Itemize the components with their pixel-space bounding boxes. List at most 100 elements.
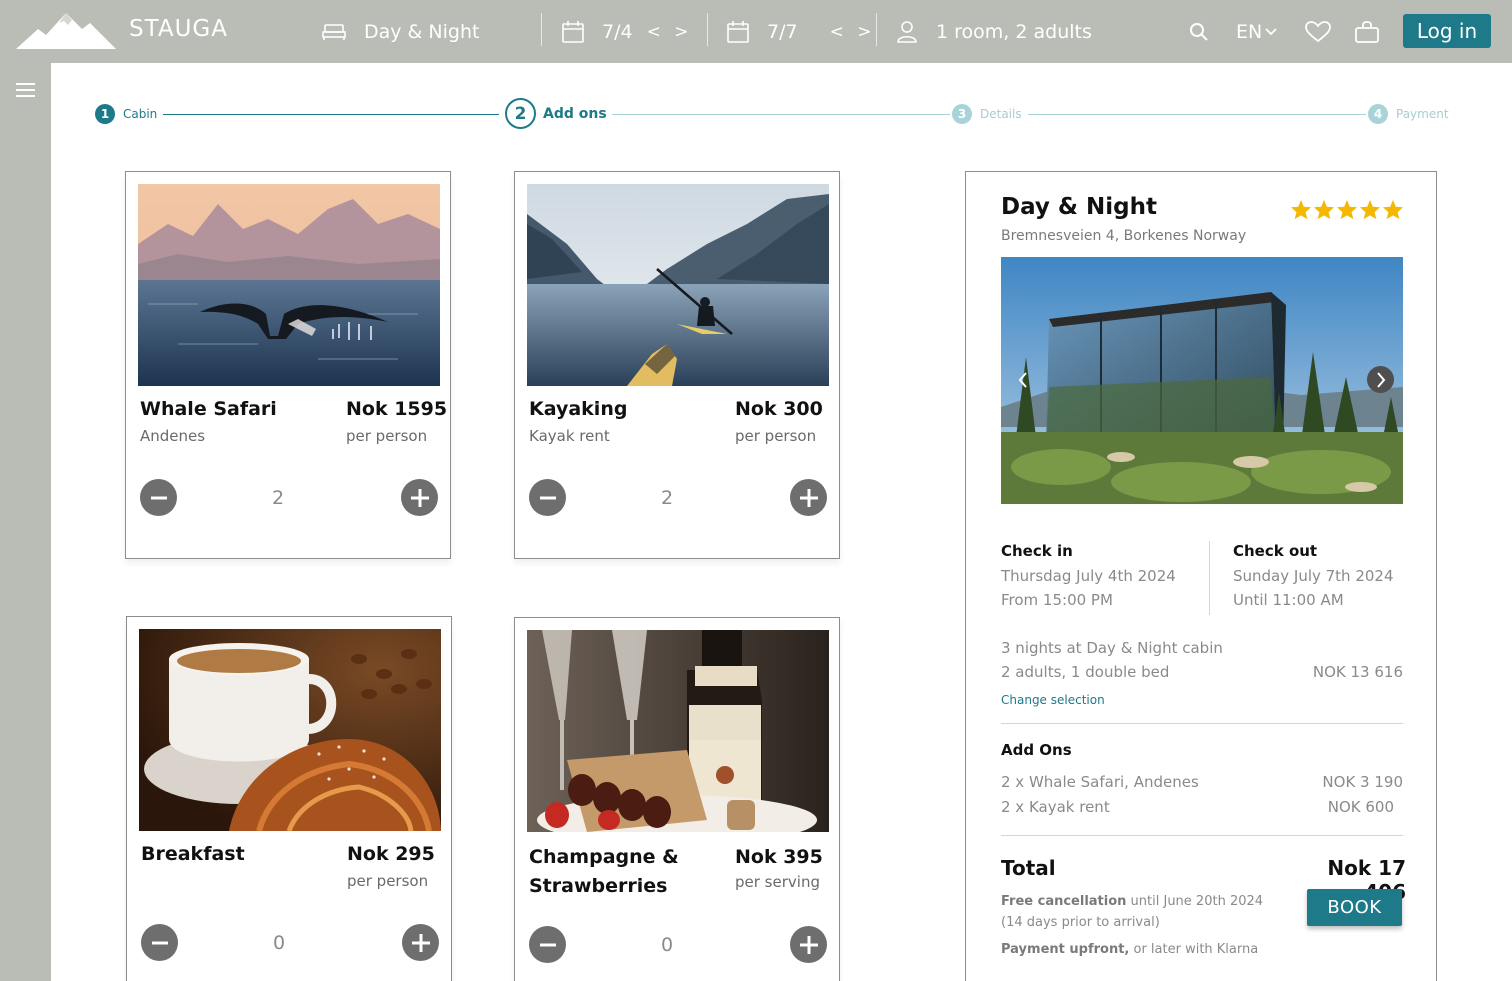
decrease-quantity-button[interactable] xyxy=(529,479,566,516)
addon-price-unit: per person xyxy=(347,872,429,890)
calendar-icon xyxy=(726,20,750,44)
cabin-title: Day & Night xyxy=(1001,194,1157,220)
divider xyxy=(1001,835,1403,836)
free-cancellation-note: (14 days prior to arrival) xyxy=(1001,915,1160,930)
step-payment[interactable]: 4 Payment xyxy=(1368,104,1449,124)
addon-line-price: NOK 3 190 xyxy=(1322,773,1403,791)
checkout-date: 7/7 xyxy=(767,20,798,43)
cart-button[interactable] xyxy=(1355,0,1379,63)
star-icon xyxy=(1382,199,1404,220)
top-bar: STAUGA Day & Night 7/4 < > 7/7 < > 1 roo… xyxy=(0,0,1512,63)
quantity-value[interactable]: 0 xyxy=(249,932,309,954)
minus-icon xyxy=(539,943,556,946)
step-connector xyxy=(163,114,499,115)
brand-name[interactable]: STAUGA xyxy=(129,16,228,42)
heart-icon xyxy=(1305,20,1331,43)
addon-title: Whale Safari xyxy=(140,398,277,420)
cabin-photo-carousel[interactable] xyxy=(1001,257,1403,504)
step-number: 3 xyxy=(952,104,972,124)
book-button[interactable]: BOOK xyxy=(1307,889,1402,926)
increase-quantity-button[interactable] xyxy=(790,926,827,963)
booking-summary: Day & Night Bremnesveien 4, Borkenes Nor… xyxy=(965,171,1437,981)
quantity-input[interactable]: 2 xyxy=(637,487,697,509)
checkin-date-selector[interactable]: 7/4 < > xyxy=(561,0,692,63)
divider xyxy=(1001,723,1403,724)
addon-line-text: 2 x Whale Safari, Andenes xyxy=(1001,773,1199,791)
cabin-address: Bremnesveien 4, Borkenes Norway xyxy=(1001,228,1247,244)
breakfast-photo xyxy=(139,629,441,831)
step-add-ons[interactable]: 2 Add ons xyxy=(505,98,607,129)
increase-quantity-button[interactable] xyxy=(402,924,439,961)
carousel-prev-button[interactable] xyxy=(1009,366,1036,393)
minus-icon xyxy=(539,496,556,499)
minus-icon xyxy=(150,496,167,499)
step-number: 2 xyxy=(505,98,536,129)
checkout-date-text: Sunday July 7th 2024 xyxy=(1233,567,1394,585)
star-icon xyxy=(1313,199,1335,220)
step-label: Payment xyxy=(1396,107,1449,121)
quantity-value[interactable]: 2 xyxy=(248,487,308,509)
addon-title-line2: Strawberries xyxy=(529,875,668,897)
addons-label: Add Ons xyxy=(1001,741,1072,759)
menu-icon[interactable] xyxy=(16,83,35,97)
stay-nights: 3 nights at Day & Night cabin xyxy=(1001,639,1223,657)
addon-title: Breakfast xyxy=(141,843,245,865)
free-cancellation-bold: Free cancellation xyxy=(1001,894,1127,909)
addon-card-breakfast: Breakfast Nok 295 per person 0 xyxy=(126,616,452,981)
chevron-right-icon xyxy=(1376,371,1385,388)
addon-price-unit: per person xyxy=(735,427,817,445)
quantity-value[interactable]: 0 xyxy=(637,934,697,956)
decrease-quantity-button[interactable] xyxy=(529,926,566,963)
star-icon xyxy=(1290,199,1312,220)
guests-text: 1 room, 2 adults xyxy=(936,20,1092,43)
step-number: 4 xyxy=(1368,104,1388,124)
checkout-prev-next-arrows[interactable]: < > xyxy=(830,22,876,42)
divider xyxy=(876,13,877,46)
checkout-time-text: Until 11:00 AM xyxy=(1233,591,1344,609)
decrease-quantity-button[interactable] xyxy=(141,924,178,961)
kayaking-photo xyxy=(527,184,829,386)
language-selector[interactable]: EN xyxy=(1236,0,1277,63)
chevron-left-icon xyxy=(1018,371,1027,388)
plus-icon xyxy=(799,488,818,507)
step-connector xyxy=(612,114,950,115)
carousel-next-button[interactable] xyxy=(1367,366,1394,393)
divider xyxy=(541,13,542,46)
star-icon xyxy=(1359,199,1381,220)
addon-price: Nok 300 xyxy=(735,398,823,420)
decrease-quantity-button[interactable] xyxy=(140,479,177,516)
step-label: Details xyxy=(980,107,1022,121)
mountain-logo-icon[interactable] xyxy=(16,11,116,51)
addon-subtitle: Kayak rent xyxy=(529,427,610,445)
side-panel xyxy=(0,63,51,981)
user-icon xyxy=(896,20,918,43)
addon-card-whale-safari: Whale Safari Andenes Nok 1595 per person… xyxy=(125,171,451,559)
step-details[interactable]: 3 Details xyxy=(952,104,1022,124)
free-cancellation-text: Free cancellation until June 20th 2024 xyxy=(1001,894,1263,909)
addon-title-line1: Champagne & xyxy=(529,846,679,868)
checkin-time-text: From 15:00 PM xyxy=(1001,591,1113,609)
addon-price: Nok 395 xyxy=(735,846,823,868)
login-button[interactable]: Log in xyxy=(1403,14,1491,48)
guests-selector[interactable]: 1 room, 2 adults xyxy=(896,0,1092,63)
addon-subtitle: Andenes xyxy=(140,427,206,445)
plus-icon xyxy=(411,933,430,952)
increase-quantity-button[interactable] xyxy=(790,479,827,516)
cabin-selector[interactable]: Day & Night xyxy=(322,0,479,63)
divider xyxy=(1209,541,1210,615)
checkin-date-text: Thursdag July 4th 2024 xyxy=(1001,567,1176,585)
payment-info-bold: Payment upfront, xyxy=(1001,942,1130,957)
step-cabin[interactable]: 1 Cabin xyxy=(95,104,157,124)
stay-price: NOK 13 616 xyxy=(1312,663,1403,681)
minus-icon xyxy=(151,941,168,944)
change-selection-link[interactable]: Change selection xyxy=(1001,693,1105,707)
addon-title: Kayaking xyxy=(529,398,628,420)
search-button[interactable] xyxy=(1189,0,1209,63)
increase-quantity-button[interactable] xyxy=(401,479,438,516)
addon-price-unit: per serving xyxy=(735,873,820,891)
calendar-icon xyxy=(561,20,585,44)
checkin-label: Check in xyxy=(1001,542,1073,560)
checkout-date-selector[interactable]: 7/7 < > xyxy=(726,0,875,63)
checkin-prev-next-arrows[interactable]: < > xyxy=(647,22,693,42)
favorites-button[interactable] xyxy=(1305,0,1331,63)
